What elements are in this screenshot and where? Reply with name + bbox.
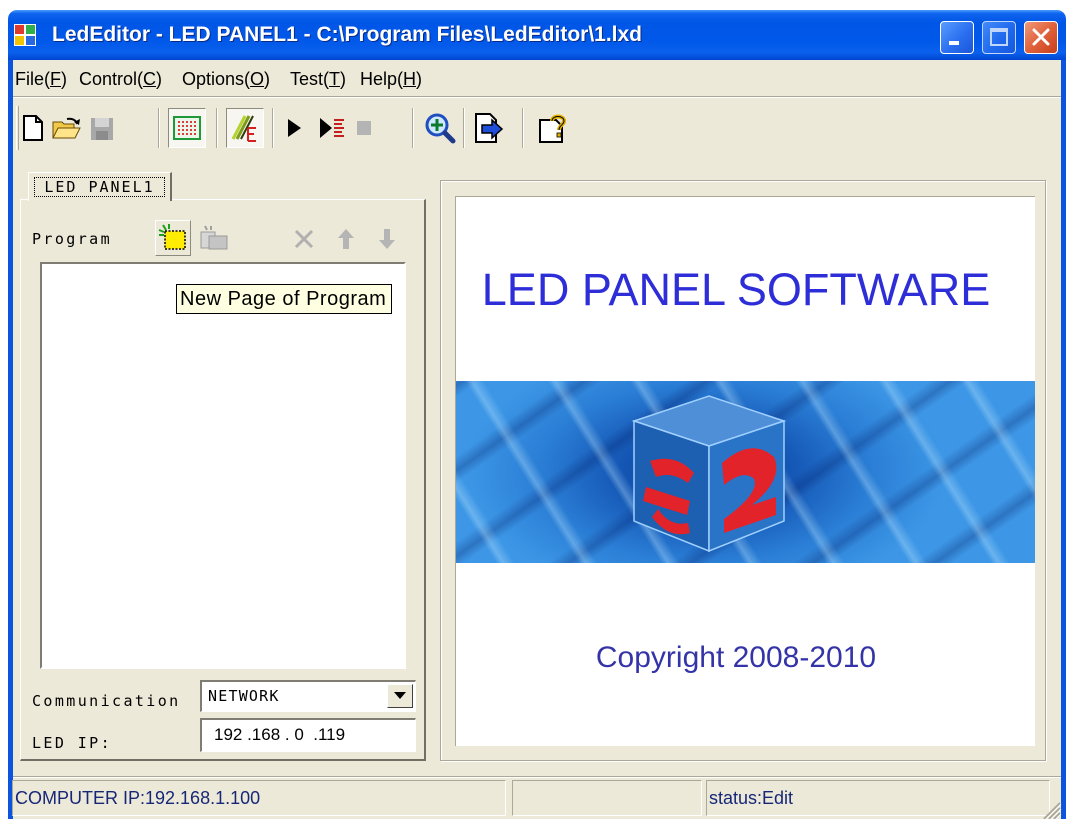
new-document-icon <box>23 115 43 141</box>
led-editor-app-icon[interactable] <box>14 24 36 46</box>
stop-button[interactable] <box>354 116 374 140</box>
close-button[interactable] <box>1024 21 1058 54</box>
status-panel-middle <box>512 780 702 816</box>
page-properties-button[interactable] <box>198 222 232 254</box>
zoom-in-icon <box>425 113 456 144</box>
page-properties-icon <box>200 225 228 250</box>
save-button[interactable] <box>88 116 116 142</box>
menu-mnemonic: C <box>143 69 157 89</box>
close-icon <box>1032 28 1050 46</box>
menu-options[interactable]: Options(O) <box>182 66 270 92</box>
save-icon <box>91 118 113 140</box>
maximize-button[interactable] <box>982 21 1016 54</box>
led-ip-value: 192 .168 . 0 .119 <box>214 725 346 744</box>
toolbar-separator <box>522 108 524 148</box>
grid-view-button[interactable] <box>168 108 206 148</box>
new-button[interactable] <box>20 114 46 142</box>
minimize-icon <box>949 41 959 45</box>
export-button[interactable] <box>474 112 504 144</box>
play-button[interactable] <box>284 114 304 142</box>
toolbar-separator <box>463 108 465 148</box>
open-folder-icon <box>52 117 81 139</box>
menu-label-pre: Control( <box>79 69 144 89</box>
zoom-in-button[interactable] <box>424 112 456 144</box>
move-up-icon <box>338 229 354 249</box>
preview-area: LED PANEL SOFTWARE Copyright 2008-2010 <box>455 196 1035 746</box>
window-frame-left <box>8 58 13 819</box>
toolbar-separator <box>412 108 414 148</box>
led-ip-label: LED IP: <box>32 734 113 752</box>
program-label: Program <box>32 230 113 248</box>
grid-view-icon <box>173 116 201 140</box>
maximize-icon <box>990 28 1008 46</box>
open-button[interactable] <box>50 114 84 142</box>
step-play-icon <box>320 118 344 138</box>
menu-separator <box>13 96 1061 98</box>
menu-file[interactable]: File(F) <box>15 66 67 92</box>
title-bar[interactable]: LedEditor - LED PANEL1 - C:\Program File… <box>8 10 1066 60</box>
tab-label: LED PANEL1 <box>34 177 165 197</box>
delete-icon <box>294 229 314 249</box>
new-page-icon <box>158 224 186 250</box>
delete-page-button[interactable] <box>290 226 318 252</box>
menu-label-post: ) <box>340 69 347 89</box>
window-title: LedEditor - LED PANEL1 - C:\Program File… <box>52 23 643 46</box>
menu-label-pre: Test( <box>290 69 330 89</box>
menu-mnemonic: H <box>403 69 417 89</box>
status-mode: status:Edit <box>706 780 1050 816</box>
resize-grip-icon[interactable] <box>1040 798 1062 819</box>
play-icon <box>288 119 301 137</box>
move-down-button[interactable] <box>374 226 400 252</box>
window-frame-right <box>1061 58 1066 819</box>
stop-icon <box>357 121 371 135</box>
menu-label-pre: Options( <box>182 69 251 89</box>
help-icon <box>539 114 567 143</box>
menu-control[interactable]: Control(C) <box>79 66 162 92</box>
minimize-button[interactable] <box>940 21 974 54</box>
edit-mode-icon <box>231 115 256 142</box>
menu-label-post: ) <box>264 69 271 89</box>
menu-label-post: ) <box>61 69 67 89</box>
copyright-text: Copyright 2008-2010 <box>595 641 877 674</box>
menu-label-pre: Help( <box>360 69 404 89</box>
menu-label-post: ) <box>156 69 163 89</box>
communication-select[interactable]: NETWORK <box>200 680 416 712</box>
move-up-button[interactable] <box>333 226 359 252</box>
menu-mnemonic: F <box>50 69 61 89</box>
step-play-button[interactable] <box>318 114 348 142</box>
menu-label-pre: File( <box>15 69 50 89</box>
communication-label: Communication <box>32 692 181 710</box>
status-computer-ip: COMPUTER IP:192.168.1.100 <box>12 780 506 816</box>
splash-heading: LED PANEL SOFTWARE <box>481 264 991 315</box>
help-button[interactable] <box>538 112 570 144</box>
move-down-icon <box>379 229 395 249</box>
software-banner <box>456 381 1035 563</box>
led-ip-field[interactable]: 192 .168 . 0 .119 <box>200 718 416 752</box>
communication-value: NETWORK <box>208 687 280 705</box>
toolbar-separator <box>158 108 160 148</box>
toolbar-separator <box>216 108 218 148</box>
new-page-button[interactable] <box>155 220 191 256</box>
chevron-down-icon <box>394 692 406 699</box>
dropdown-button[interactable] <box>387 684 413 708</box>
toolbar-grip[interactable] <box>16 106 19 150</box>
program-list[interactable] <box>40 262 406 669</box>
menu-test[interactable]: Test(T) <box>290 66 346 92</box>
edit-mode-button[interactable] <box>226 108 264 148</box>
menu-label-post: ) <box>416 69 423 89</box>
tooltip: New Page of Program <box>176 284 392 314</box>
export-icon <box>475 113 504 143</box>
menu-mnemonic: O <box>250 69 265 89</box>
status-separator <box>13 776 1061 778</box>
menu-help[interactable]: Help(H) <box>360 66 422 92</box>
tab-led-panel1[interactable]: LED PANEL1 <box>28 172 172 201</box>
cube-logo <box>631 395 787 553</box>
menu-mnemonic: T <box>329 69 341 89</box>
toolbar-separator <box>272 108 274 148</box>
